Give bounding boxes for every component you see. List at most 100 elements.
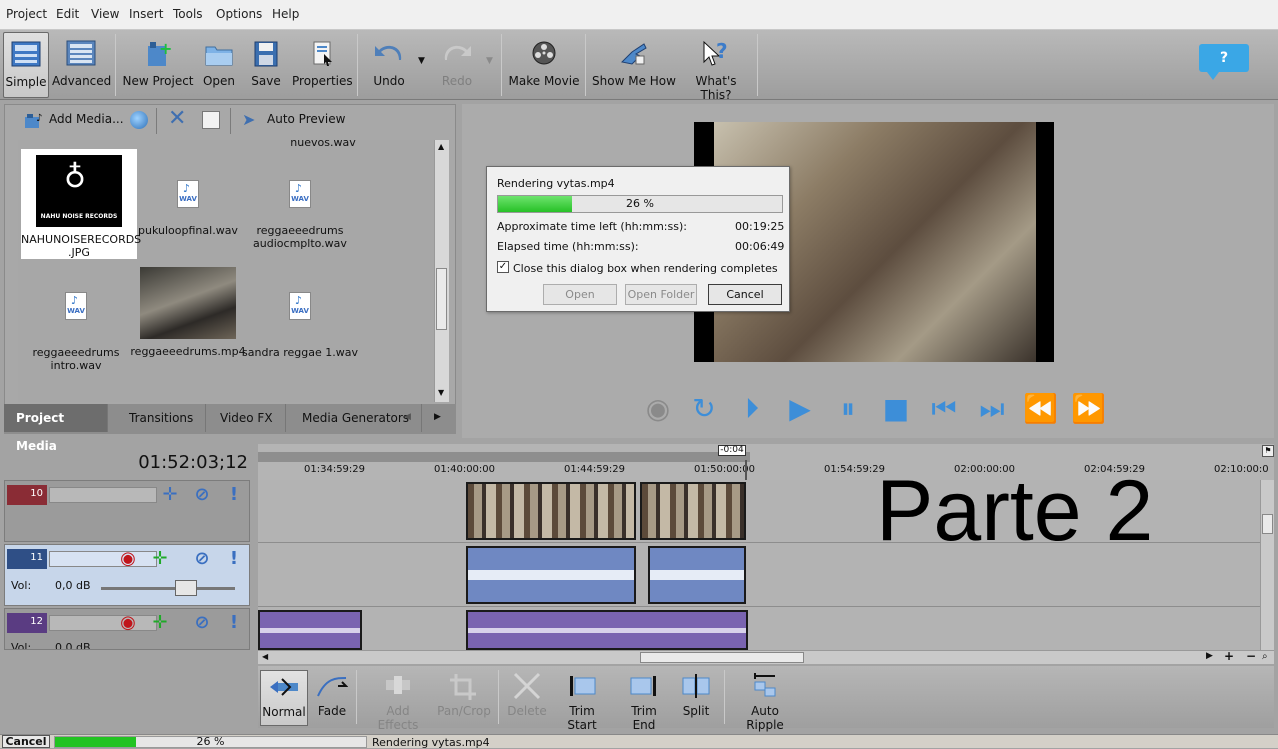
solo-icon[interactable]: !: [223, 484, 245, 506]
close-when-done-checkbox[interactable]: ✓: [497, 261, 509, 273]
arm-record-icon[interactable]: ◉: [117, 548, 139, 570]
vertical-scroll-thumb[interactable]: [1262, 514, 1273, 534]
next-frame-icon[interactable]: ⏩: [1071, 392, 1106, 426]
scroll-up-icon[interactable]: ▲: [438, 142, 444, 151]
scroll-left-icon[interactable]: ◀: [262, 652, 268, 661]
video-clip[interactable]: [466, 482, 636, 540]
media-properties-icon[interactable]: [202, 111, 220, 129]
arm-record-icon[interactable]: ◉: [117, 612, 139, 634]
advanced-view-button[interactable]: Advanced: [52, 32, 111, 98]
tabs-left-icon[interactable]: ◀: [404, 412, 411, 422]
remove-media-icon[interactable]: ✕: [168, 106, 186, 131]
go-to-end-icon[interactable]: ⏭: [975, 392, 1009, 426]
volume-slider[interactable]: [101, 587, 235, 590]
menu-edit[interactable]: Edit: [56, 7, 79, 21]
show-me-how-button[interactable]: Show Me How: [592, 32, 676, 98]
go-to-start-icon[interactable]: ⏮: [927, 392, 961, 426]
tab-project-media[interactable]: Project Media: [4, 404, 108, 453]
globe-icon[interactable]: [130, 111, 148, 129]
audio-clip[interactable]: [466, 546, 636, 604]
cancel-render-button[interactable]: Cancel: [708, 284, 782, 305]
menu-options[interactable]: Options: [216, 7, 262, 21]
marker-flag-icon[interactable]: ⚑: [1262, 445, 1274, 457]
track-header-video[interactable]: 10 ✛ ⊘ !: [4, 480, 250, 542]
loop-region-bar[interactable]: [258, 452, 750, 462]
scroll-down-icon[interactable]: ▼: [438, 388, 444, 397]
redo-button[interactable]: Redo: [436, 32, 478, 98]
record-icon[interactable]: ◉: [641, 392, 675, 426]
play-icon[interactable]: ▶: [783, 392, 817, 426]
open-button[interactable]: Open: [198, 32, 240, 98]
simple-view-button[interactable]: Simple: [3, 32, 49, 98]
media-item[interactable]: WAV sandra reggae 1.wav: [242, 283, 358, 359]
auto-ripple-button[interactable]: Auto Ripple: [732, 670, 798, 732]
media-item[interactable]: WAV pukuloopfinal.wav: [130, 171, 246, 237]
track-name-field[interactable]: [49, 487, 157, 503]
volume-slider-thumb[interactable]: [175, 580, 197, 596]
zoom-in-icon[interactable]: +: [1224, 649, 1234, 663]
track-fx-icon[interactable]: ✛: [149, 548, 171, 570]
menu-project[interactable]: Project: [6, 7, 47, 21]
undo-button[interactable]: Undo: [366, 32, 412, 98]
properties-button[interactable]: Properties: [292, 32, 353, 98]
tabs-right-icon[interactable]: ▶: [434, 412, 441, 422]
menu-insert[interactable]: Insert: [129, 7, 163, 21]
mute-icon[interactable]: ⊘: [191, 548, 213, 570]
help-bubble-button[interactable]: ?: [1199, 44, 1249, 80]
pan-crop-button[interactable]: Pan/Crop: [436, 670, 492, 726]
pause-icon[interactable]: ⏸: [831, 392, 865, 426]
zoom-tool-icon[interactable]: ⌕: [1262, 651, 1268, 662]
media-item[interactable]: WAV reggaeeedrums intro.wav: [18, 283, 134, 372]
split-button[interactable]: Split: [676, 670, 716, 726]
undo-dropdown-icon[interactable]: ▼: [418, 56, 425, 66]
mute-icon[interactable]: ⊘: [191, 484, 213, 506]
track-name-field[interactable]: [49, 615, 157, 631]
track-fx-icon[interactable]: ✛: [149, 612, 171, 634]
menu-tools[interactable]: Tools: [173, 7, 203, 21]
fade-tool-button[interactable]: Fade: [312, 670, 352, 726]
stop-icon[interactable]: ■: [879, 392, 913, 426]
whats-this-button[interactable]: ? What's This?: [680, 32, 752, 102]
scroll-thumb[interactable]: [436, 268, 447, 330]
menu-view[interactable]: View: [91, 7, 119, 21]
audio-clip[interactable]: [648, 546, 746, 604]
tab-media-generators[interactable]: Media Generators: [290, 404, 423, 432]
new-project-button[interactable]: + New Project: [122, 32, 194, 98]
loop-icon[interactable]: ↻: [687, 392, 721, 426]
track-header-audio-12[interactable]: 12 ◉ ✛ ⊘ ! Vol: 0,0 dB: [4, 608, 250, 650]
track-fx-icon[interactable]: ✛: [159, 484, 181, 506]
horizontal-scroll-thumb[interactable]: [640, 652, 804, 663]
save-button[interactable]: Save: [246, 32, 286, 98]
status-cancel-button[interactable]: Cancel: [2, 735, 50, 748]
track-name-field[interactable]: [49, 551, 157, 567]
delete-button[interactable]: Delete: [506, 670, 548, 726]
normal-tool-button[interactable]: Normal: [260, 670, 308, 726]
audio-clip[interactable]: [258, 610, 362, 650]
solo-icon[interactable]: !: [223, 548, 245, 570]
trim-end-button[interactable]: Trim End: [618, 670, 670, 732]
tab-transitions[interactable]: Transitions: [117, 404, 207, 432]
previous-frame-icon[interactable]: ⏪: [1023, 392, 1058, 426]
audio-clip[interactable]: [466, 610, 748, 650]
media-item[interactable]: reggaeeedrums.mp4: [130, 267, 246, 358]
media-scrollbar[interactable]: ▲ ▼: [434, 140, 449, 402]
add-effects-button[interactable]: Add Effects: [366, 670, 430, 732]
open-folder-button[interactable]: Open Folder: [625, 284, 697, 305]
timeline-horizontal-scrollbar[interactable]: ◀ ▶ + − ⌕: [258, 649, 1274, 664]
timeline-vertical-scrollbar[interactable]: [1260, 480, 1274, 650]
mute-icon[interactable]: ⊘: [191, 612, 213, 634]
menu-help[interactable]: Help: [272, 7, 299, 21]
trim-start-button[interactable]: Trim Start: [554, 670, 610, 732]
zoom-out-icon[interactable]: −: [1246, 649, 1256, 663]
auto-preview-button[interactable]: Auto Preview: [267, 112, 345, 126]
redo-dropdown-icon[interactable]: ▼: [486, 56, 493, 66]
make-movie-button[interactable]: Make Movie: [508, 32, 580, 98]
tab-video-fx[interactable]: Video FX: [208, 404, 286, 432]
open-rendered-button[interactable]: Open: [543, 284, 617, 305]
track-header-audio-11[interactable]: 11 ◉ ✛ ⊘ ! Vol: 0,0 dB: [4, 544, 250, 606]
play-from-start-icon[interactable]: ⏵: [735, 392, 769, 426]
solo-icon[interactable]: !: [223, 612, 245, 634]
video-clip[interactable]: [640, 482, 746, 540]
add-media-button[interactable]: Add Media...: [49, 112, 124, 126]
media-item[interactable]: WAV reggaeeedrums audiocmplto.wav: [242, 171, 358, 250]
